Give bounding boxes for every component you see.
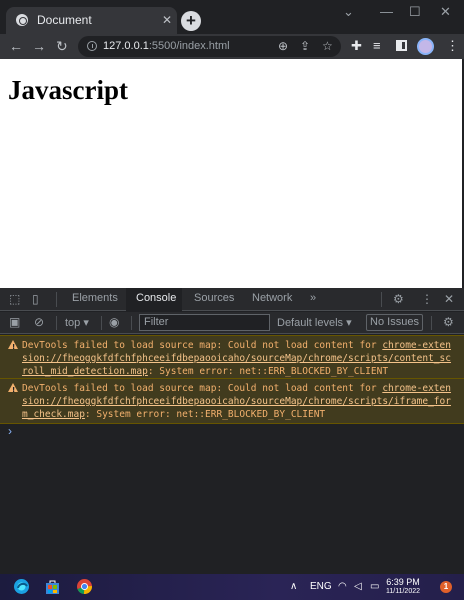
star-icon[interactable]: ☆ (322, 39, 333, 53)
chevron-down-icon[interactable]: ⌄ (343, 4, 354, 20)
divider (131, 316, 132, 330)
devtools-panel: ⬚ ▯ Elements Console Sources Network » ⚙… (0, 288, 464, 574)
warning-icon (8, 383, 18, 397)
edge-icon[interactable] (13, 578, 30, 595)
zoom-icon[interactable]: ⊕ (278, 39, 288, 53)
clock-time: 6:39 PM (386, 577, 420, 587)
share-icon[interactable]: ⇪ (300, 39, 310, 53)
url-text[interactable]: 127.0.0.1:5500/index.html (103, 40, 230, 52)
console-warning: DevTools failed to load source map: Coul… (0, 378, 464, 424)
side-panel-icon[interactable] (396, 40, 407, 51)
console-warning: DevTools failed to load source map: Coul… (0, 335, 464, 381)
globe-icon (16, 14, 28, 26)
notification-badge[interactable]: 1 (440, 581, 452, 593)
clear-console-icon[interactable]: ⊘ (34, 315, 44, 329)
eye-icon[interactable]: ◉ (109, 315, 119, 329)
warning-suffix: : System error: net::ERR_BLOCKED_BY_CLIE… (147, 366, 389, 377)
menu-icon[interactable]: ⋮ (446, 38, 459, 54)
chevron-up-icon[interactable]: ∧ (290, 581, 297, 592)
warning-suffix: : System error: net::ERR_BLOCKED_BY_CLIE… (84, 409, 326, 420)
clock-date: 11/11/2022 (386, 588, 420, 595)
divider (381, 292, 382, 307)
language-indicator[interactable]: ENG (310, 581, 332, 592)
close-tab-icon[interactable]: ✕ (162, 13, 172, 27)
extensions-icon[interactable]: ✚ (351, 38, 362, 54)
warning-text: DevTools failed to load source map: Coul… (22, 340, 383, 351)
forward-icon[interactable]: → (32, 37, 46, 55)
kebab-menu-icon[interactable]: ⋮ (421, 292, 433, 306)
back-icon[interactable]: ← (9, 37, 23, 55)
profile-avatar[interactable] (417, 38, 434, 55)
divider (101, 316, 102, 330)
site-info-icon[interactable] (87, 41, 97, 51)
tab-sources[interactable]: Sources (194, 292, 234, 304)
address-bar[interactable]: 127.0.0.1:5500/index.html ⊕ ⇪ ☆ (78, 36, 341, 57)
console-toolbar: ▣ ⊘ top ▾ ◉ Filter Default levels ▾ No I… (0, 312, 464, 334)
sidebar-toggle-icon[interactable]: ▣ (9, 315, 20, 329)
tab-title: Document (37, 13, 92, 27)
browser-toolbar: ← → ↻ 127.0.0.1:5500/index.html ⊕ ⇪ ☆ ✚ … (0, 34, 464, 59)
chrome-icon[interactable] (76, 578, 93, 595)
media-icon[interactable]: ≡ (373, 38, 381, 54)
store-icon[interactable] (44, 578, 61, 595)
log-levels-dropdown[interactable]: Default levels ▾ (277, 316, 352, 329)
windows-taskbar: ∧ ENG ◠ ◁ ▭ 6:39 PM 11/11/2022 1 (0, 574, 464, 600)
console-prompt[interactable]: › (8, 424, 12, 438)
close-window-icon[interactable]: ✕ (440, 4, 451, 20)
system-clock[interactable]: 6:39 PM 11/11/2022 (386, 577, 420, 596)
context-selector[interactable]: top ▾ (65, 316, 89, 329)
tab-elements[interactable]: Elements (72, 292, 118, 304)
devtools-tab-bar: ⬚ ▯ Elements Console Sources Network » ⚙… (0, 288, 464, 311)
more-tabs-icon[interactable]: » (310, 292, 316, 304)
device-toolbar-icon[interactable]: ▯ (32, 292, 39, 306)
reload-icon[interactable]: ↻ (56, 37, 68, 55)
battery-icon[interactable]: ▭ (370, 581, 379, 592)
tab-console[interactable]: Console (136, 292, 176, 304)
volume-icon[interactable]: ◁ (354, 581, 362, 592)
divider (56, 316, 57, 330)
inspect-element-icon[interactable]: ⬚ (9, 292, 20, 306)
page-heading: Javascript (8, 75, 128, 105)
wifi-icon[interactable]: ◠ (338, 581, 347, 592)
new-tab-button[interactable]: + (181, 11, 201, 31)
console-settings-icon[interactable]: ⚙ (443, 315, 454, 329)
settings-icon[interactable]: ⚙ (393, 292, 404, 306)
browser-tab[interactable]: Document ✕ (6, 7, 177, 34)
divider (431, 316, 432, 330)
divider (56, 292, 57, 307)
maximize-icon[interactable]: ☐ (409, 4, 421, 20)
tab-network[interactable]: Network (252, 292, 292, 304)
filter-input[interactable]: Filter (139, 314, 270, 331)
issues-button[interactable]: No Issues (366, 314, 423, 331)
page-viewport: Javascript (0, 59, 464, 288)
warning-icon (8, 340, 18, 354)
minimize-icon[interactable]: — (380, 4, 393, 19)
tab-strip: Document ✕ + ⌄ — ☐ ✕ (0, 0, 464, 34)
warning-text: DevTools failed to load source map: Coul… (22, 383, 383, 394)
close-devtools-icon[interactable]: ✕ (444, 292, 454, 306)
